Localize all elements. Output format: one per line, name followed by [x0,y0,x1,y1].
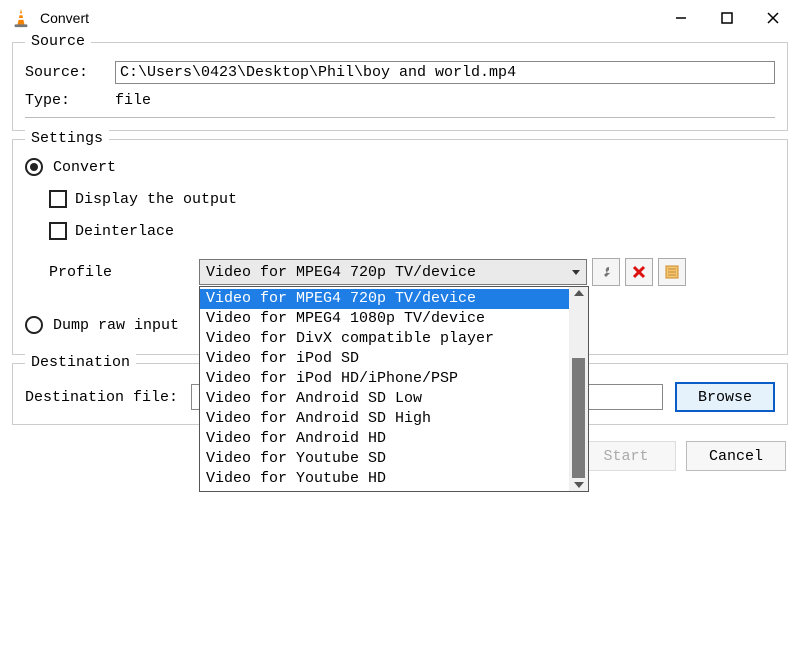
cancel-button[interactable]: Cancel [686,441,786,471]
source-divider [25,117,775,118]
window-buttons [658,3,796,33]
titlebar: Convert [0,0,800,36]
dump-raw-radio[interactable] [25,316,43,334]
type-value: file [115,92,151,109]
edit-profile-button[interactable] [592,258,620,286]
convert-label: Convert [53,159,116,176]
profile-select[interactable]: Video for MPEG4 720p TV/device Video for… [199,259,587,285]
profile-option[interactable]: Video for Youtube HD [200,469,569,489]
delete-profile-button[interactable] [625,258,653,286]
profile-option[interactable]: Video for Android SD Low [200,389,569,409]
window-title: Convert [40,10,658,26]
wrench-icon [598,264,614,280]
deinterlace-label: Deinterlace [75,223,174,240]
close-button[interactable] [750,3,796,33]
start-button[interactable]: Start [576,441,676,471]
new-profile-button[interactable] [658,258,686,286]
vlc-cone-icon [10,7,32,29]
profile-option[interactable]: Video for iPod HD/iPhone/PSP [200,369,569,389]
profile-option[interactable]: Video for iPod SD [200,349,569,369]
scroll-up-icon[interactable] [574,290,584,296]
profile-dropdown-list: Video for MPEG4 720p TV/device Video for… [199,286,589,492]
minimize-button[interactable] [658,3,704,33]
source-fieldset: Source Source: Type: file [12,42,788,131]
settings-fieldset: Settings Convert Display the output Dein… [12,139,788,355]
browse-button[interactable]: Browse [675,382,775,412]
display-output-checkbox[interactable] [49,190,67,208]
chevron-down-icon [572,270,580,275]
maximize-button[interactable] [704,3,750,33]
profile-label: Profile [25,264,199,281]
dump-raw-label: Dump raw input [53,317,179,334]
delete-x-icon [632,265,646,279]
display-output-label: Display the output [75,191,237,208]
destination-legend: Destination [25,354,136,371]
profile-option[interactable]: Video for Android HD [200,429,569,449]
dropdown-scrollbar[interactable] [569,287,588,491]
settings-legend: Settings [25,130,109,147]
scroll-thumb[interactable] [572,358,585,478]
source-label: Source: [25,64,115,81]
profile-option[interactable]: Video for DivX compatible player [200,329,569,349]
convert-radio[interactable] [25,158,43,176]
profile-option[interactable]: Video for Youtube SD [200,449,569,469]
profile-selected-value: Video for MPEG4 720p TV/device [206,264,476,281]
scroll-down-icon[interactable] [574,482,584,488]
type-label: Type: [25,92,115,109]
source-input[interactable] [115,61,775,84]
profile-option[interactable]: Video for MPEG4 720p TV/device [200,289,569,309]
new-document-icon [664,264,680,280]
destination-label: Destination file: [25,389,191,406]
profile-option[interactable]: Video for Android SD High [200,409,569,429]
source-legend: Source [25,33,91,50]
deinterlace-checkbox[interactable] [49,222,67,240]
profile-option[interactable]: Video for MPEG4 1080p TV/device [200,309,569,329]
